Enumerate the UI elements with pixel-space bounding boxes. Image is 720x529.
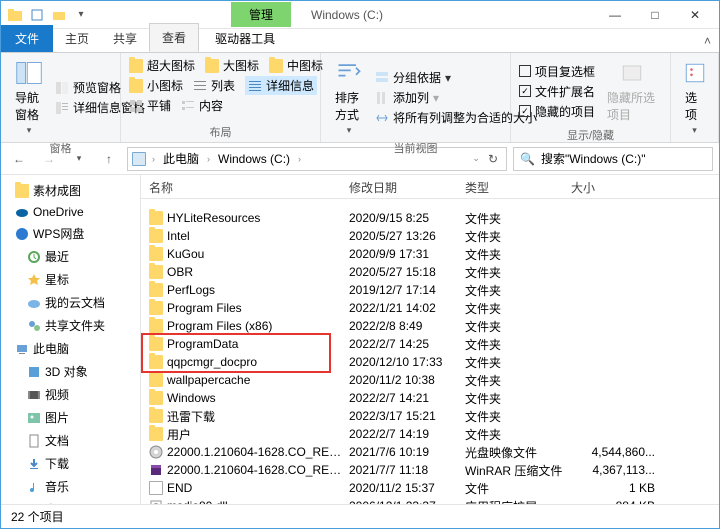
hidden-items-toggle[interactable]: ✓隐藏的项目 [519,103,595,120]
ribbon-group-layout-label: 布局 [129,122,312,140]
table-row[interactable] [141,199,719,209]
chevron-right-icon[interactable]: › [205,154,212,164]
tab-view[interactable]: 查看 [149,23,199,52]
tab-drive-tools[interactable]: 驱动器工具 [203,25,287,52]
view-tiles[interactable]: 平铺 [129,97,171,114]
ribbon-tabs: 文件 主页 共享 查看 驱动器工具 ˄ [1,29,719,53]
tree-item[interactable]: 桌面 [1,498,140,504]
details-pane-icon [55,101,69,115]
tree-item[interactable]: 下载 [1,452,140,475]
chevron-right-icon[interactable]: › [150,154,157,164]
qat-new-folder-icon[interactable] [49,5,69,25]
chevron-right-icon[interactable]: › [296,154,303,164]
view-content[interactable]: 内容 [181,97,223,114]
item-checkboxes-toggle[interactable]: 项目复选框 [519,63,595,80]
tree-item[interactable]: 星标 [1,268,140,291]
tree-item[interactable]: 我的云文档 [1,291,140,314]
file-rows: HYLiteResources2020/9/15 8:25文件夹Intel202… [141,199,719,504]
minimize-button[interactable]: — [595,2,635,28]
tree-item[interactable]: WPS网盘 [1,222,140,245]
view-list[interactable]: 列表 [193,76,235,95]
table-row[interactable]: Intel2020/5/27 13:26文件夹 [141,227,719,245]
breadcrumb-drive[interactable]: Windows (C:) [216,152,292,166]
navigation-pane-label: 导航窗格 [15,89,43,123]
contextual-tab-header: 管理 [231,2,291,27]
table-row[interactable]: 22000.1.210604-1628.CO_RELEASE_S...2021/… [141,443,719,461]
window-title: Windows (C:) [311,8,383,22]
table-row[interactable]: PerfLogs2019/12/7 17:14文件夹 [141,281,719,299]
table-row[interactable]: ProgramData2022/2/7 14:25文件夹 [141,335,719,353]
tab-share[interactable]: 共享 [101,25,149,52]
table-row[interactable]: END2020/11/2 15:37文件1 KB [141,479,719,497]
table-row[interactable]: qqpcmgr_docpro2020/12/10 17:33文件夹 [141,353,719,371]
ribbon-group-panes-label: 窗格 [9,138,112,156]
column-headers: 名称 修改日期 类型 大小 [141,175,719,199]
quick-access-toolbar: ▾ [5,5,91,25]
tree-item[interactable]: OneDrive [1,202,140,222]
col-date[interactable]: 修改日期 [341,175,457,198]
table-row[interactable]: 22000.1.210604-1628.CO_RELEASE_S...2021/… [141,461,719,479]
options-button[interactable]: 选项 ▾ [679,57,710,138]
sort-by-button[interactable]: 排序方式 ▾ [329,57,369,138]
qat-properties-icon[interactable] [27,5,47,25]
ribbon-group-showhide-label: 显示/隐藏 [519,125,662,143]
view-medium-icons[interactable]: 中图标 [269,57,323,74]
folder-icon [5,5,25,25]
search-box[interactable]: 🔍 搜索"Windows (C:)" [513,147,713,171]
table-row[interactable]: Program Files (x86)2022/2/8 8:49文件夹 [141,317,719,335]
tree-item[interactable]: 视频 [1,383,140,406]
ribbon-collapse-icon[interactable]: ˄ [696,30,719,52]
navigation-tree[interactable]: 素材成图OneDriveWPS网盘最近星标我的云文档共享文件夹此电脑3D 对象视… [1,175,141,504]
ribbon: 导航窗格 ▾ 预览窗格 详细信息窗格 窗格 超大图标 大图标 中图标 小图标 列… [1,53,719,143]
file-ext-toggle[interactable]: ✓文件扩展名 [519,83,595,100]
search-icon: 🔍 [520,152,535,166]
close-button[interactable]: ✕ [675,2,715,28]
col-name[interactable]: 名称 [141,175,341,198]
table-row[interactable]: OBR2020/5/27 15:18文件夹 [141,263,719,281]
file-list: 名称 修改日期 类型 大小 HYLiteResources2020/9/15 8… [141,175,719,504]
table-row[interactable]: 用户2022/2/7 14:19文件夹 [141,425,719,443]
tree-item[interactable]: 最近 [1,245,140,268]
tab-home[interactable]: 主页 [53,25,101,52]
table-row[interactable]: Program Files2022/1/21 14:02文件夹 [141,299,719,317]
tree-item[interactable]: 图片 [1,406,140,429]
table-row[interactable]: HYLiteResources2020/9/15 8:25文件夹 [141,209,719,227]
tree-item[interactable]: 素材成图 [1,179,140,202]
view-details[interactable]: 详细信息 [245,76,317,95]
tab-file[interactable]: 文件 [1,25,53,52]
tree-item[interactable]: 文档 [1,429,140,452]
tree-item[interactable]: 音乐 [1,475,140,498]
view-large-icons[interactable]: 大图标 [205,57,259,74]
view-extra-large-icons[interactable]: 超大图标 [129,57,195,74]
col-size[interactable]: 大小 [563,175,653,198]
table-row[interactable]: KuGou2020/9/9 17:31文件夹 [141,245,719,263]
hide-selected-button[interactable]: 隐藏所选项目 [601,57,662,125]
disk-icon [132,152,146,166]
preview-pane-icon [55,81,69,95]
table-row[interactable]: wallpapercache2020/11/2 10:38文件夹 [141,371,719,389]
table-row[interactable]: msdia80.dll2006/12/1 23:37应用程序扩展884 KB [141,497,719,504]
qat-dropdown-icon[interactable]: ▾ [71,5,91,25]
table-row[interactable]: 迅雷下载2022/3/17 15:21文件夹 [141,407,719,425]
item-count: 22 个项目 [11,508,64,525]
col-type[interactable]: 类型 [457,175,563,198]
search-placeholder: 搜索"Windows (C:)" [541,150,646,167]
tree-item[interactable]: 共享文件夹 [1,314,140,337]
view-small-icons[interactable]: 小图标 [129,76,183,95]
ribbon-group-current-view-label: 当前视图 [329,138,502,156]
tree-item[interactable]: 此电脑 [1,337,140,360]
table-row[interactable]: Windows2022/2/7 14:21文件夹 [141,389,719,407]
explorer-body: 素材成图OneDriveWPS网盘最近星标我的云文档共享文件夹此电脑3D 对象视… [1,175,719,504]
navigation-pane-button[interactable]: 导航窗格 ▾ [9,57,49,138]
tree-item[interactable]: 3D 对象 [1,360,140,383]
status-bar: 22 个项目 [1,504,719,528]
maximize-button[interactable]: □ [635,2,675,28]
breadcrumb-thispc[interactable]: 此电脑 [161,150,201,167]
